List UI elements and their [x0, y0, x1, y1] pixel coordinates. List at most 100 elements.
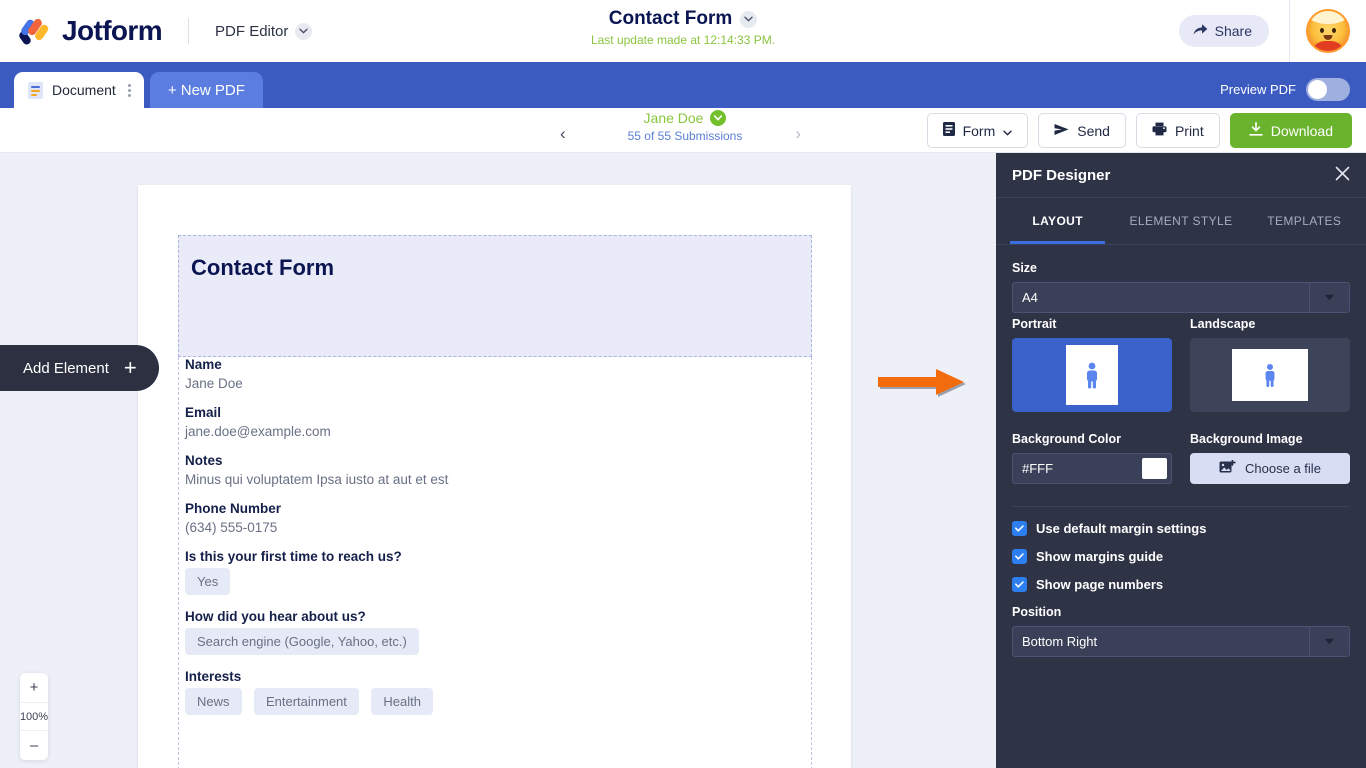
checkbox-icon	[1012, 577, 1027, 592]
header-divider	[188, 18, 190, 44]
field-row[interactable]: How did you hear about us? Search engine…	[179, 609, 811, 655]
portrait-label: Portrait	[1012, 317, 1057, 331]
size-chevron-down-icon[interactable]	[1309, 283, 1349, 312]
preview-pdf-label: Preview PDF	[1220, 82, 1296, 97]
landscape-preview[interactable]	[1190, 338, 1350, 412]
field-label: How did you hear about us?	[185, 609, 366, 624]
avatar[interactable]	[1306, 9, 1350, 53]
field-chip: News	[185, 688, 242, 715]
orientation-portrait[interactable]: Portrait	[1012, 317, 1172, 412]
field-value: Minus qui voluptatem Ipsa iusto at aut e…	[185, 472, 449, 487]
field-chip: Health	[371, 688, 433, 715]
background-color-value: #FFF	[1022, 461, 1054, 476]
pdf-field-list: Name Jane Doe Email jane.doe@example.com…	[178, 357, 812, 768]
tab-templates[interactable]: TEMPLATES	[1243, 198, 1366, 244]
panel-title: PDF Designer	[1012, 166, 1111, 184]
form-title-row[interactable]: Contact Form	[609, 8, 758, 30]
send-button[interactable]: Send	[1038, 113, 1126, 148]
field-row[interactable]: Name Jane Doe	[179, 357, 811, 391]
field-row[interactable]: Phone Number (634) 555-0175	[179, 501, 811, 535]
download-button-label: Download	[1270, 122, 1333, 139]
checkbox-use-default-margins[interactable]: Use default margin settings	[1012, 521, 1350, 536]
avatar-divider	[1289, 0, 1290, 62]
annotation-arrow-icon	[876, 364, 980, 403]
toggle-knob	[1308, 80, 1327, 99]
checkbox-label: Use default margin settings	[1036, 521, 1207, 536]
document-options-kebab-icon[interactable]	[125, 83, 134, 97]
avatar-mouth	[1323, 35, 1333, 40]
checkbox-show-page-numbers[interactable]: Show page numbers	[1012, 577, 1350, 592]
background-settings: Background Color #FFF Background Image C…	[1012, 416, 1350, 484]
pdf-document-title: Contact Form	[191, 255, 334, 280]
background-image-label: Background Image	[1190, 432, 1303, 446]
share-label: Share	[1214, 23, 1252, 39]
background-image-group: Background Image Choose a file	[1190, 416, 1350, 484]
download-icon	[1248, 122, 1263, 139]
avatar-eye-left	[1320, 28, 1324, 33]
background-color-input[interactable]: #FFF	[1012, 453, 1172, 484]
choose-file-button[interactable]: Choose a file	[1190, 453, 1350, 484]
share-icon	[1193, 23, 1208, 39]
next-submission-button[interactable]: ›	[795, 124, 801, 144]
size-select[interactable]: A4	[1012, 282, 1350, 313]
zoom-out-button[interactable]: –	[20, 731, 48, 760]
form-button[interactable]: Form	[926, 113, 1029, 148]
checkbox-label: Show margins guide	[1036, 549, 1164, 564]
chevron-down-icon	[295, 22, 313, 40]
share-button[interactable]: Share	[1178, 15, 1269, 47]
brand-area: Jotform PDF Editor	[0, 14, 313, 48]
download-button[interactable]: Download	[1229, 113, 1352, 148]
jotform-logo-icon	[18, 14, 52, 48]
pdf-canvas: Add Element + Contact Form Name Jane Doe…	[0, 153, 996, 768]
zoom-level-label: 100%	[20, 702, 48, 731]
add-element-button[interactable]: Add Element +	[0, 345, 159, 391]
panel-header: PDF Designer	[996, 153, 1366, 198]
print-button[interactable]: Print	[1135, 113, 1220, 148]
submission-action-bar: ‹ Jane Doe 55 of 55 Submissions › Form S…	[0, 108, 1366, 153]
size-value: A4	[1022, 290, 1038, 305]
portrait-preview[interactable]	[1012, 338, 1172, 412]
submitter-name: Jane Doe	[643, 110, 704, 126]
pdf-tab-bar: Document + New PDF Preview PDF	[0, 62, 1366, 108]
tab-layout[interactable]: LAYOUT	[996, 198, 1119, 244]
background-color-label: Background Color	[1012, 432, 1122, 446]
field-row[interactable]: Notes Minus qui voluptatem Ipsa iusto at…	[179, 453, 811, 487]
position-chevron-down-icon[interactable]	[1309, 627, 1349, 656]
checkbox-show-margins-guide[interactable]: Show margins guide	[1012, 549, 1350, 564]
zoom-controls: + 100% –	[20, 673, 48, 760]
send-icon	[1054, 123, 1069, 139]
submission-navigator: Jane Doe 55 of 55 Submissions	[545, 110, 825, 143]
zoom-in-button[interactable]: +	[20, 673, 48, 702]
orientation-landscape[interactable]: Landscape	[1190, 317, 1350, 412]
plus-icon: +	[123, 355, 137, 380]
panel-tabs: LAYOUT ELEMENT STYLE TEMPLATES	[996, 198, 1366, 245]
header-right-actions: Share	[1178, 0, 1366, 62]
submitter-row: Jane Doe	[545, 110, 825, 126]
submission-status-icon[interactable]	[710, 110, 727, 126]
submission-count[interactable]: 55 of 55 Submissions	[545, 129, 825, 143]
field-label: Name	[185, 357, 222, 372]
close-icon[interactable]	[1335, 166, 1350, 184]
pdf-header-block[interactable]: Contact Form	[178, 235, 812, 357]
preview-pdf-toggle[interactable]	[1306, 78, 1350, 101]
product-selector-label: PDF Editor	[215, 22, 289, 40]
field-row[interactable]: Email jane.doe@example.com	[179, 405, 811, 439]
field-label: Is this your first time to reach us?	[185, 549, 402, 564]
field-row[interactable]: Interests News Entertainment Health	[179, 669, 811, 715]
avatar-eye-right	[1332, 28, 1336, 33]
landscape-page-shape	[1232, 349, 1308, 401]
tab-document[interactable]: Document	[14, 72, 144, 108]
field-row[interactable]: Is this your first time to reach us? Yes	[179, 549, 811, 595]
tab-document-label: Document	[52, 82, 116, 98]
checkbox-icon	[1012, 521, 1027, 536]
position-select[interactable]: Bottom Right	[1012, 626, 1350, 657]
title-chevron-down-icon[interactable]	[740, 10, 758, 28]
position-label: Position	[1012, 605, 1062, 619]
product-selector[interactable]: PDF Editor	[215, 22, 313, 40]
pdf-page[interactable]: Contact Form Name Jane Doe Email jane.do…	[138, 185, 851, 768]
tab-element-style[interactable]: ELEMENT STYLE	[1119, 198, 1242, 244]
field-label: Email	[185, 405, 222, 420]
print-button-label: Print	[1174, 122, 1204, 139]
new-pdf-button[interactable]: + New PDF	[149, 72, 263, 108]
color-swatch[interactable]	[1142, 458, 1167, 479]
